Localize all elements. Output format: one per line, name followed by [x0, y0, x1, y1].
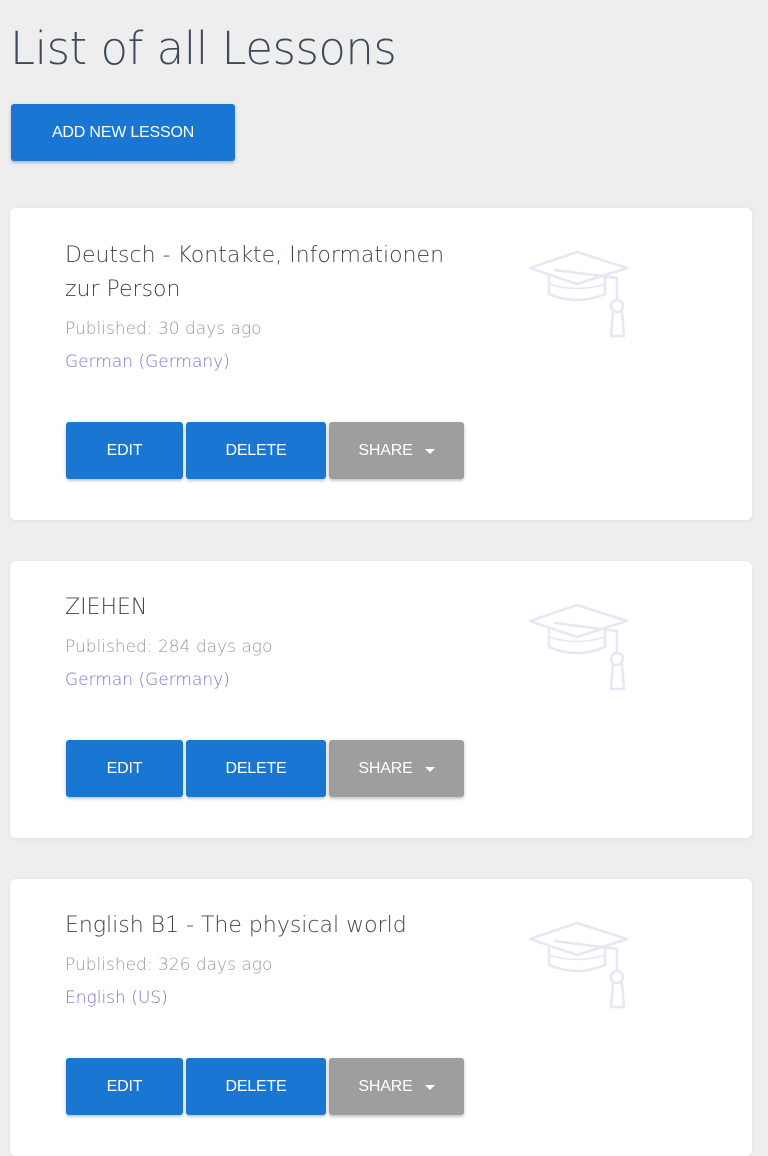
delete-button[interactable]: DELETE — [186, 422, 326, 479]
share-dropdown-button[interactable]: SHARE — [329, 740, 464, 797]
lesson-published-date: Published: 30 days ago — [65, 319, 262, 339]
caret-down-icon — [424, 766, 435, 772]
lesson-published-date: Published: 326 days ago — [65, 955, 273, 975]
graduation-cap-icon — [528, 603, 629, 691]
add-new-lesson-button[interactable]: ADD NEW LESSON — [11, 104, 235, 161]
share-label: SHARE — [358, 441, 413, 459]
share-dropdown-button[interactable]: SHARE — [329, 422, 464, 479]
graduation-cap-icon — [528, 921, 629, 1009]
share-dropdown-button[interactable]: SHARE — [329, 1058, 464, 1115]
share-label: SHARE — [358, 759, 413, 777]
graduation-cap-icon — [528, 250, 629, 338]
lesson-language[interactable]: German (Germany) — [65, 668, 230, 692]
lesson-language[interactable]: German (Germany) — [65, 350, 230, 374]
caret-down-icon — [424, 1084, 435, 1090]
lesson-card: ZIEHEN Published: 284 days ago German (G… — [10, 561, 752, 838]
edit-button[interactable]: EDIT — [66, 422, 183, 479]
edit-button[interactable]: EDIT — [66, 740, 183, 797]
lesson-card: Deutsch - Kontakte, Informationen zur Pe… — [10, 208, 752, 520]
page-title: List of all Lessons — [10, 22, 397, 75]
delete-button[interactable]: DELETE — [186, 1058, 326, 1115]
lesson-language[interactable]: English (US) — [65, 986, 168, 1010]
share-label: SHARE — [358, 1077, 413, 1095]
lesson-title[interactable]: English B1 - The physical world — [65, 909, 445, 943]
edit-button[interactable]: EDIT — [66, 1058, 183, 1115]
lesson-title[interactable]: ZIEHEN — [65, 591, 445, 625]
delete-button[interactable]: DELETE — [186, 740, 326, 797]
caret-down-icon — [424, 448, 435, 454]
lesson-title[interactable]: Deutsch - Kontakte, Informationen zur Pe… — [65, 239, 445, 307]
lesson-card: English B1 - The physical world Publishe… — [10, 879, 752, 1156]
lesson-published-date: Published: 284 days ago — [65, 637, 273, 657]
